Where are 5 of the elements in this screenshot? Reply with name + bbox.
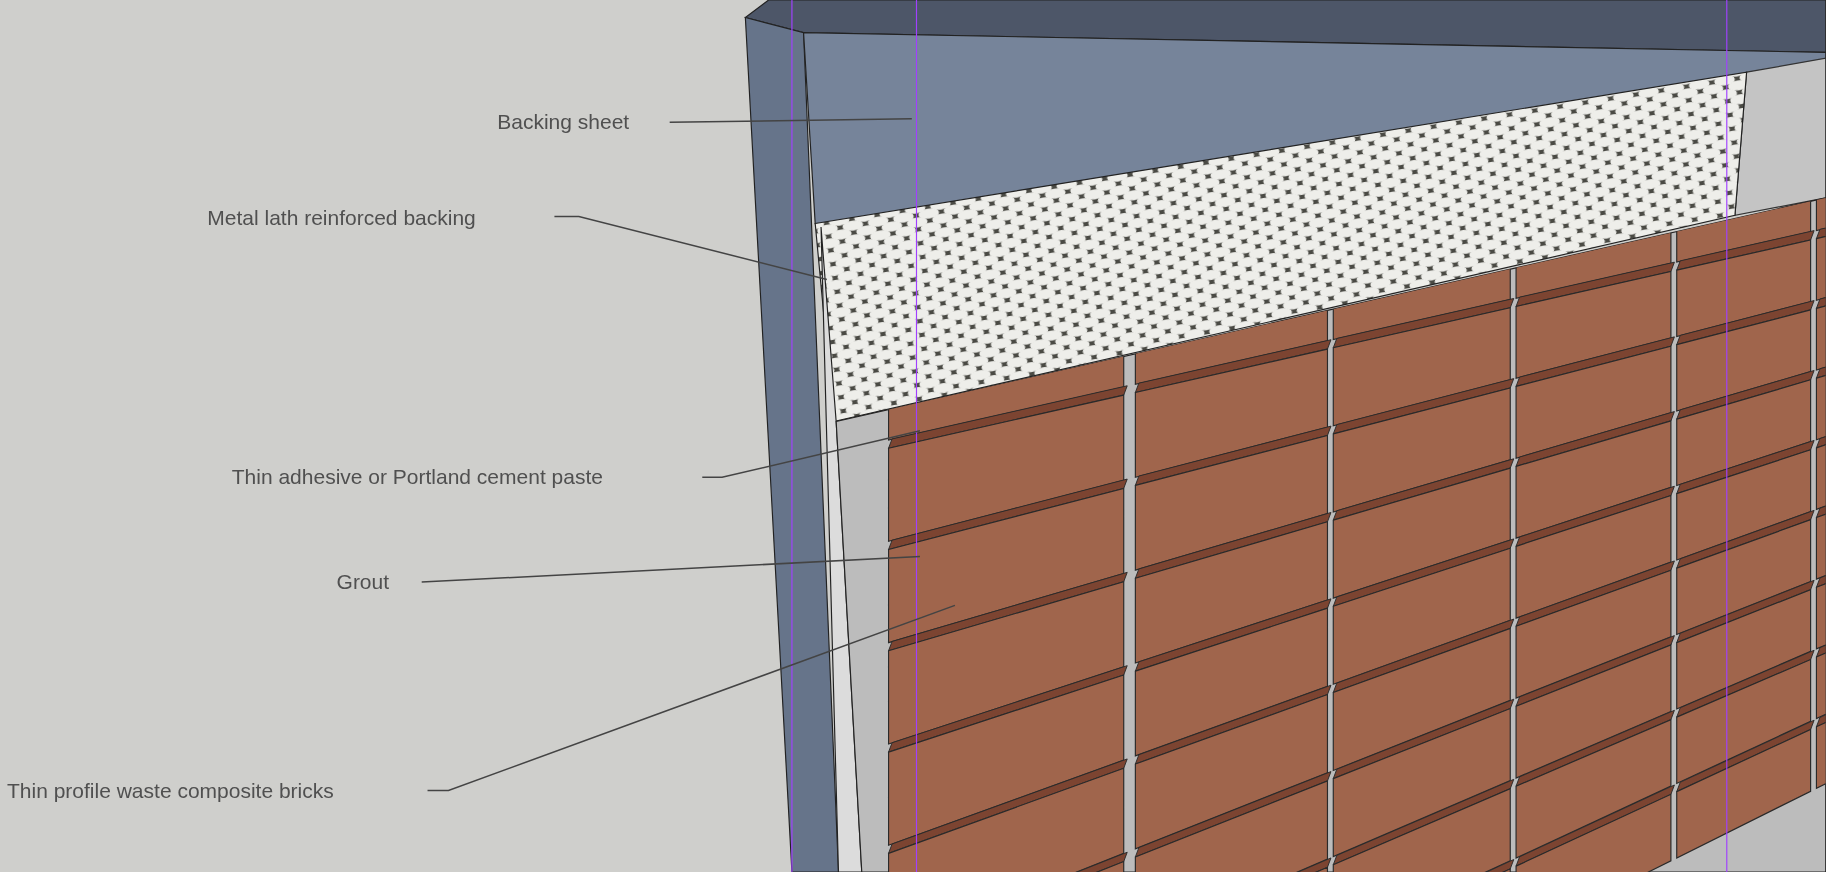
callout-label: Thin profile waste composite bricks xyxy=(7,777,334,804)
callout-label: Metal lath reinforced backing xyxy=(207,204,476,231)
callout-label: Thin adhesive or Portland cement paste xyxy=(231,464,603,491)
callout-label: Backing sheet xyxy=(497,109,630,136)
callout-label: Grout xyxy=(336,569,390,596)
